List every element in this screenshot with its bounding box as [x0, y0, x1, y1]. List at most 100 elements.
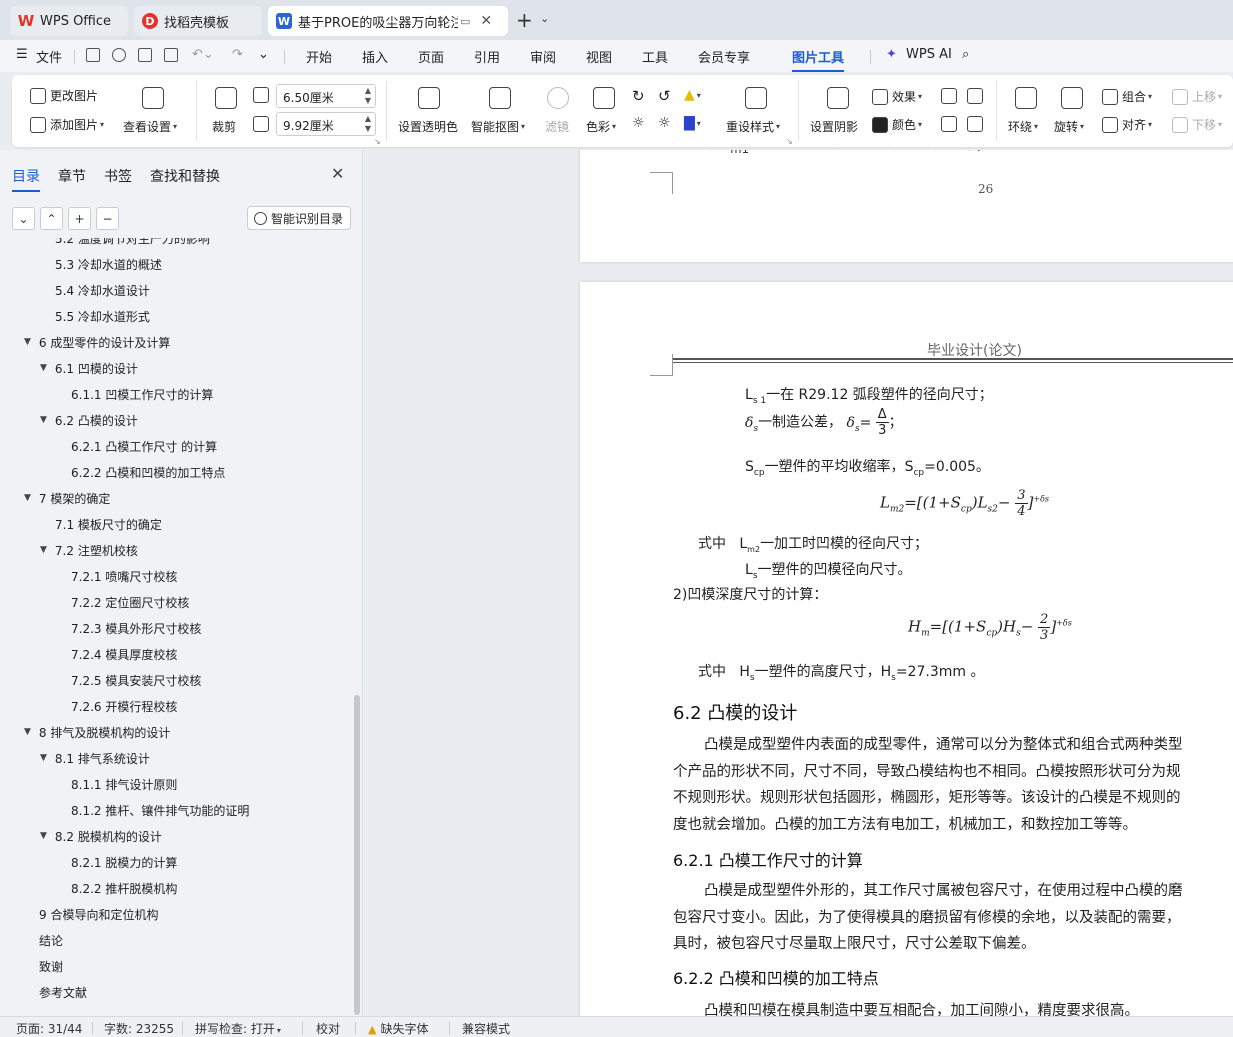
menu-file[interactable]: 文件 — [36, 47, 62, 66]
color2-button[interactable]: 颜色 ▾ — [872, 116, 922, 133]
word-count[interactable]: 字数: 23255 — [104, 1020, 174, 1037]
view-settings-button[interactable]: 查看设置 ▾ — [123, 118, 177, 135]
toc-item[interactable]: 5.5 冷却水道形式 — [55, 306, 150, 326]
wrap-button[interactable]: 环绕 ▾ — [1008, 118, 1038, 135]
toc-item[interactable]: 致谢 — [39, 956, 63, 976]
menu-picture-tools[interactable]: 图片工具 — [792, 47, 845, 72]
reset-style-button[interactable]: 重设样式 ▾ — [726, 118, 780, 135]
dialog-launcher-icon[interactable]: ↘ — [374, 137, 381, 146]
dialog-launcher-icon[interactable]: ↘ — [786, 137, 793, 146]
effect-button[interactable]: 效果 ▾ — [872, 88, 922, 105]
print-icon[interactable] — [138, 48, 152, 62]
redo-icon[interactable]: ↷ — [232, 47, 243, 62]
toc-item[interactable]: 7.2.1 喷嘴尺寸校核 — [71, 566, 177, 586]
tab-bookmark[interactable]: 书签 — [104, 166, 132, 186]
close-panel-icon[interactable]: ✕ — [331, 164, 344, 183]
shadow-right-icon[interactable] — [967, 116, 983, 132]
proofread[interactable]: 校对 — [316, 1020, 340, 1037]
missing-font[interactable]: ▲ 缺失字体 — [368, 1020, 428, 1037]
menu-home[interactable]: 开始 — [306, 47, 332, 66]
width-input[interactable]: 6.50厘米 ▲ ▼ — [276, 84, 376, 108]
chevron-down-icon[interactable]: ⌄ — [540, 12, 549, 25]
align-button[interactable]: 对齐 ▾ — [1102, 116, 1152, 133]
shadow-up-icon[interactable] — [941, 88, 957, 104]
search-doc-icon[interactable] — [112, 48, 126, 62]
remove-heading-button[interactable]: − — [96, 207, 119, 230]
monitor-icon[interactable]: ▭ — [460, 15, 470, 28]
change-image-button[interactable]: 更改图片 — [30, 87, 98, 104]
menu-reference[interactable]: 引用 — [474, 47, 500, 66]
toc-item[interactable]: 7.2.3 模具外形尺寸校核 — [71, 618, 201, 638]
sun-dim-icon[interactable]: ☼ — [658, 115, 671, 131]
page-indicator[interactable]: 页面: 31/44 — [16, 1020, 82, 1037]
expand-triangle-icon[interactable]: ▼ — [40, 753, 47, 763]
collapse-up-button[interactable]: ⌃ — [40, 207, 63, 230]
toc-item[interactable]: 9 合模导向和定位机构 — [39, 904, 158, 924]
menu-page[interactable]: 页面 — [418, 47, 444, 66]
spin-arrows-icon[interactable]: ▲ ▼ — [365, 114, 371, 134]
toc-item[interactable]: 6.2.1 凸模工作尺寸 的计算 — [71, 436, 217, 456]
toc-item[interactable]: ▼ 6.2 凸模的设计 — [40, 410, 138, 430]
crop-button[interactable]: 裁剪 — [212, 118, 236, 135]
toc-item[interactable]: 参考文献 — [39, 982, 87, 1002]
print-preview-icon[interactable] — [164, 48, 178, 62]
contrast-icon[interactable]: ↺ — [658, 87, 671, 105]
toc-item[interactable]: 8.1.1 排气设计原则 — [71, 774, 177, 794]
toc-item[interactable]: ▼ 7.2 注塑机校核 — [40, 540, 138, 560]
toc-item[interactable]: 8.2.1 脱模力的计算 — [71, 852, 177, 872]
spell-check[interactable]: 拼写检查: 打开 ▾ — [195, 1020, 281, 1037]
toc-item[interactable]: 7.2.6 开模行程校核 — [71, 696, 177, 716]
toc-item[interactable]: 7.1 模板尺寸的确定 — [55, 514, 162, 534]
expand-triangle-icon[interactable]: ▼ — [40, 831, 47, 841]
smart-toc-button[interactable]: 智能识别目录 — [247, 206, 351, 230]
tab-document[interactable]: W 基于PROE的吸尘器万向轮注射 ▭ ✕ — [268, 6, 508, 36]
shadow-left-icon[interactable] — [941, 116, 957, 132]
toc-item[interactable]: 6.1.1 凹模工作尺寸的计算 — [71, 384, 213, 404]
menu-icon[interactable]: ☰ — [16, 47, 28, 62]
search-icon[interactable]: ⌕ — [962, 47, 969, 62]
close-icon[interactable]: ✕ — [480, 13, 492, 29]
set-shadow-button[interactable]: 设置阴影 — [810, 118, 858, 135]
menu-view[interactable]: 视图 — [586, 47, 612, 66]
toc-item[interactable]: ▼ 6.1 凹模的设计 — [40, 358, 138, 378]
toc-item[interactable]: ▼ 8 排气及脱模机构的设计 — [24, 722, 170, 742]
panel-scrollbar[interactable] — [354, 695, 360, 1015]
expand-down-button[interactable]: ⌄ — [12, 207, 35, 230]
add-image-button[interactable]: 添加图片 ▾ — [30, 116, 104, 133]
expand-triangle-icon[interactable]: ▼ — [24, 727, 31, 737]
add-heading-button[interactable]: + — [68, 207, 91, 230]
sun-icon[interactable]: ☼ — [632, 115, 645, 131]
expand-triangle-icon[interactable]: ▼ — [24, 493, 31, 503]
tab-find-replace[interactable]: 查找和替换 — [150, 166, 220, 186]
toc-item[interactable]: 7.2.2 定位圈尺寸校核 — [71, 592, 189, 612]
tab-chapter[interactable]: 章节 — [58, 166, 86, 186]
height-input[interactable]: 9.92厘米 ▲ ▼ — [276, 112, 376, 136]
shadow-down-icon[interactable] — [967, 88, 983, 104]
menu-member[interactable]: 会员专享 — [698, 47, 750, 66]
expand-triangle-icon[interactable]: ▼ — [24, 337, 31, 347]
menu-insert[interactable]: 插入 — [362, 47, 388, 66]
expand-triangle-icon[interactable]: ▼ — [40, 363, 47, 373]
highlight-icon[interactable]: ▲ ▾ — [684, 87, 701, 103]
toc-item[interactable]: ▼ 6 成型零件的设计及计算 — [24, 332, 170, 352]
more-chevron-icon[interactable]: ⌄ — [258, 47, 269, 62]
toc-item[interactable]: 7.2.5 模具安装尺寸校核 — [71, 670, 201, 690]
toc-item[interactable]: 8.2.2 推杆脱模机构 — [71, 878, 177, 898]
toc-item[interactable]: 7.2.4 模具厚度校核 — [71, 644, 177, 664]
expand-triangle-icon[interactable]: ▼ — [40, 545, 47, 555]
menu-review[interactable]: 审阅 — [530, 47, 556, 66]
rotate-button[interactable]: 旋转 ▾ — [1054, 118, 1084, 135]
toc-item[interactable]: ▼ 8.1 排气系统设计 — [40, 748, 150, 768]
brightness-icon[interactable]: ↻ — [632, 87, 645, 105]
save-icon[interactable] — [86, 48, 100, 62]
toc-item[interactable]: 5.3 冷却水道的概述 — [55, 254, 162, 274]
color-button[interactable]: 色彩 ▾ — [586, 118, 616, 135]
menu-tools[interactable]: 工具 — [642, 47, 668, 66]
tab-template[interactable]: D 找稻壳模板 — [134, 6, 262, 36]
smart-cutout-button[interactable]: 智能抠图 ▾ — [471, 118, 525, 135]
set-transparent-button[interactable]: 设置透明色 — [398, 118, 458, 135]
toc-item[interactable]: 结论 — [39, 930, 63, 950]
expand-triangle-icon[interactable]: ▼ — [40, 415, 47, 425]
toc-item[interactable]: 6.2.2 凸模和凹模的加工特点 — [71, 462, 225, 482]
toc-item[interactable]: 5.4 冷却水道设计 — [55, 280, 150, 300]
